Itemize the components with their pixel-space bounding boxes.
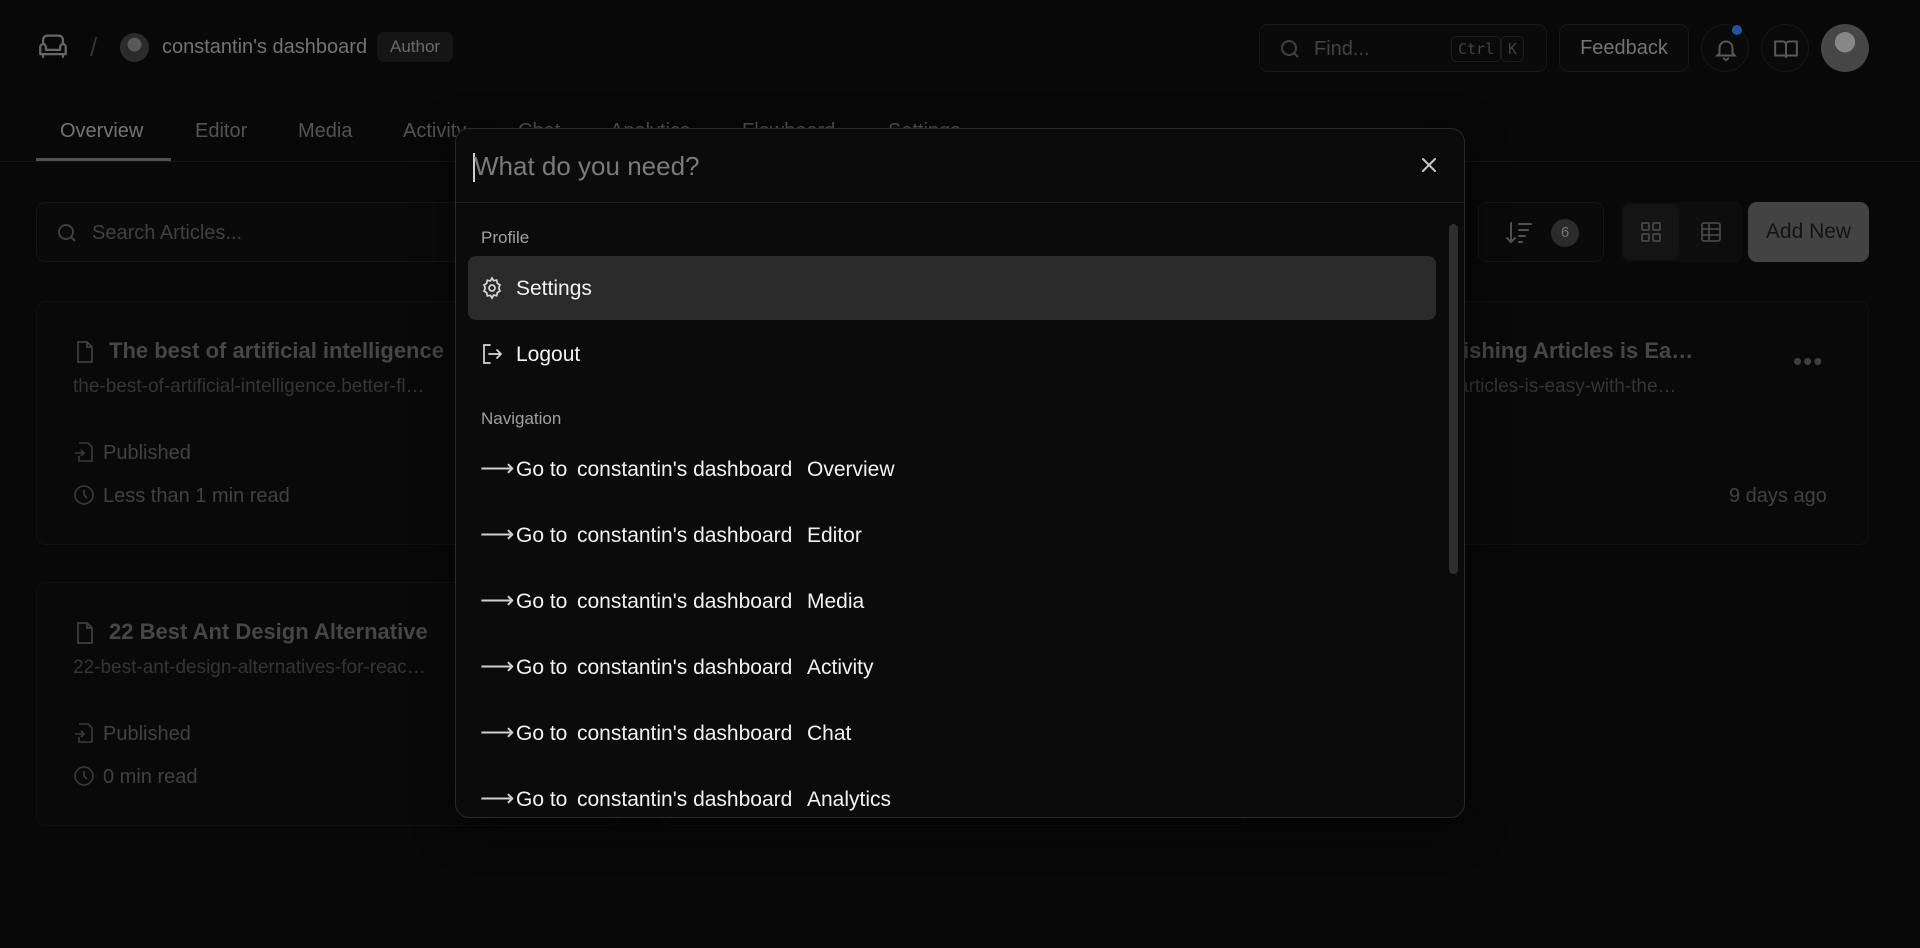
command-input-row: What do you need? [456, 129, 1464, 203]
arrow-right-icon: ⟶ [480, 653, 515, 680]
arrow-right-icon: ⟶ [480, 455, 515, 482]
command-list: Profile Settings Logout Navigation ⟶ Go … [456, 204, 1464, 817]
go-to-workspace: constantin's dashboard [577, 788, 793, 811]
go-to-prefix: Go to [516, 524, 568, 547]
go-to-prefix: Go to [516, 458, 568, 481]
command-palette: What do you need? Profile Settings Logou… [455, 128, 1465, 818]
logout-icon [480, 342, 504, 366]
go-to-prefix: Go to [516, 722, 568, 745]
command-input[interactable]: What do you need? [474, 151, 700, 182]
command-list-scrollbar[interactable] [1449, 224, 1458, 812]
arrow-right-icon: ⟶ [480, 719, 515, 746]
go-to-target: Overview [807, 458, 895, 481]
command-item-go-to-chat[interactable]: ⟶ Go to constantin's dashboard Chat [468, 701, 1436, 765]
command-item-label: Logout [516, 343, 581, 366]
go-to-prefix: Go to [516, 656, 568, 679]
go-to-prefix: Go to [516, 788, 568, 811]
group-label-profile: Profile [481, 228, 530, 247]
command-item-go-to-editor[interactable]: ⟶ Go to constantin's dashboard Editor [468, 503, 1436, 567]
close-icon[interactable] [1418, 154, 1440, 176]
go-to-workspace: constantin's dashboard [577, 590, 793, 613]
go-to-target: Analytics [807, 788, 892, 811]
group-label-navigation: Navigation [481, 409, 562, 428]
command-item-go-to-media[interactable]: ⟶ Go to constantin's dashboard Media [468, 569, 1436, 633]
go-to-target: Activity [807, 656, 874, 679]
arrow-right-icon: ⟶ [480, 785, 515, 812]
go-to-target: Editor [807, 524, 862, 547]
arrow-right-icon: ⟶ [480, 587, 515, 614]
go-to-workspace: constantin's dashboard [577, 524, 793, 547]
command-item-label: Settings [516, 277, 592, 300]
arrow-right-icon: ⟶ [480, 521, 515, 548]
command-item-go-to-activity[interactable]: ⟶ Go to constantin's dashboard Activity [468, 635, 1436, 699]
scrollbar-thumb[interactable] [1449, 224, 1458, 574]
command-item-logout[interactable]: Logout [468, 322, 1436, 386]
go-to-workspace: constantin's dashboard [577, 722, 793, 745]
dashboard-page: / constantin's dashboard Author Find... … [0, 0, 1920, 948]
go-to-target: Chat [807, 722, 852, 745]
command-item-go-to-overview[interactable]: ⟶ Go to constantin's dashboard Overview [468, 437, 1436, 501]
go-to-workspace: constantin's dashboard [577, 656, 793, 679]
go-to-workspace: constantin's dashboard [577, 458, 793, 481]
command-item-go-to-analytics[interactable]: ⟶ Go to constantin's dashboard Analytics [468, 767, 1436, 817]
go-to-target: Media [807, 590, 865, 613]
go-to-prefix: Go to [516, 590, 568, 613]
gear-icon [480, 276, 504, 300]
command-item-settings[interactable]: Settings [468, 256, 1436, 320]
